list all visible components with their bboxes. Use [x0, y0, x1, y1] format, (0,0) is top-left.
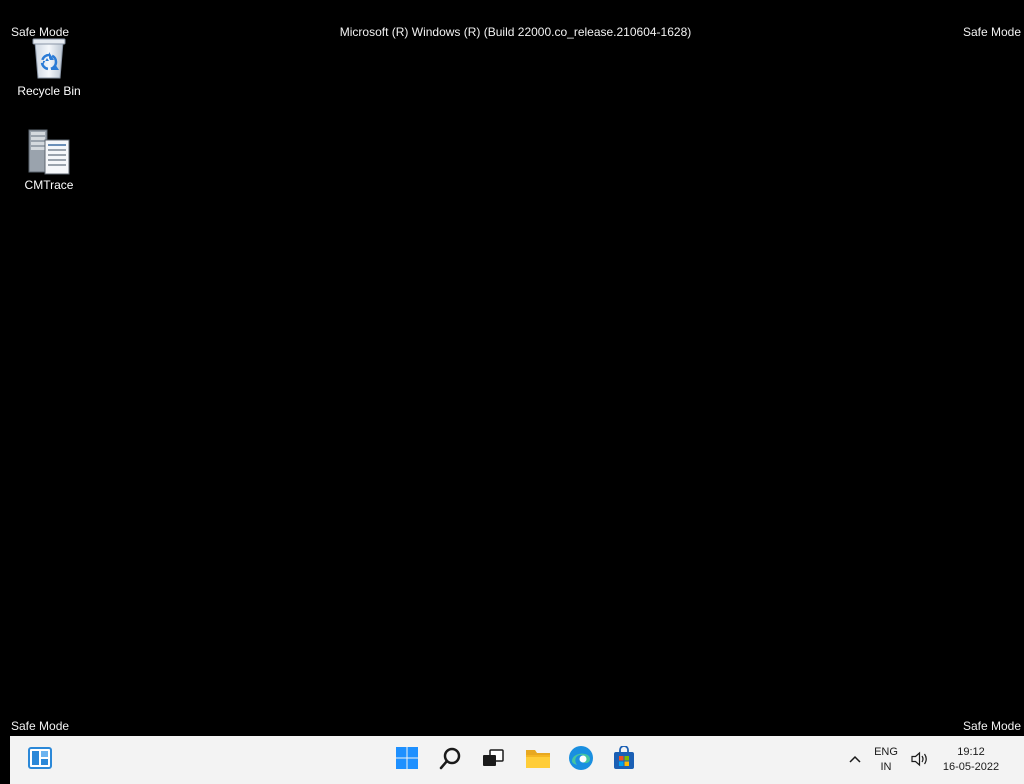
safe-mode-label-bottom-left: Safe Mode [11, 719, 70, 733]
input-language-indicator[interactable]: ENG IN [866, 736, 906, 784]
edge-icon [568, 745, 594, 776]
task-view-icon [481, 746, 505, 775]
store-button[interactable] [604, 740, 644, 780]
widgets-button[interactable] [20, 740, 60, 780]
windows-start-icon [395, 746, 419, 775]
search-icon [439, 746, 463, 775]
build-string: Microsoft (R) Windows (R) (Build 22000.c… [339, 25, 692, 39]
cmtrace-icon [25, 128, 73, 176]
desktop-icon-label: CMTrace [24, 178, 74, 192]
taskbar: ENG IN 19:12 16-05-2022 [10, 736, 1024, 784]
chevron-up-icon [848, 754, 862, 767]
task-view-button[interactable] [473, 740, 513, 780]
volume-button[interactable] [908, 736, 932, 784]
language-region: IN [880, 761, 892, 773]
show-hidden-icons-button[interactable] [842, 736, 868, 784]
widgets-icon [28, 746, 52, 775]
desktop-icon-label: Recycle Bin [17, 84, 81, 98]
clock-time: 19:12 [957, 746, 985, 758]
clock-button[interactable]: 19:12 16-05-2022 [934, 736, 1008, 784]
safe-mode-label-bottom-right: Safe Mode [962, 719, 1021, 733]
edge-button[interactable] [561, 740, 601, 780]
desktop-icon-cmtrace[interactable]: CMTrace [11, 128, 87, 192]
start-button[interactable] [387, 740, 427, 780]
folder-icon [525, 746, 551, 775]
clock-date: 16-05-2022 [942, 761, 1000, 773]
search-button[interactable] [431, 740, 471, 780]
store-icon [612, 744, 636, 775]
recycle-bin-icon [25, 34, 73, 82]
file-explorer-button[interactable] [518, 740, 558, 780]
safe-mode-label-top-right: Safe Mode [962, 25, 1021, 39]
speaker-icon [911, 751, 929, 770]
language-primary: ENG [874, 746, 898, 758]
desktop-icon-recycle-bin[interactable]: Recycle Bin [11, 34, 87, 98]
